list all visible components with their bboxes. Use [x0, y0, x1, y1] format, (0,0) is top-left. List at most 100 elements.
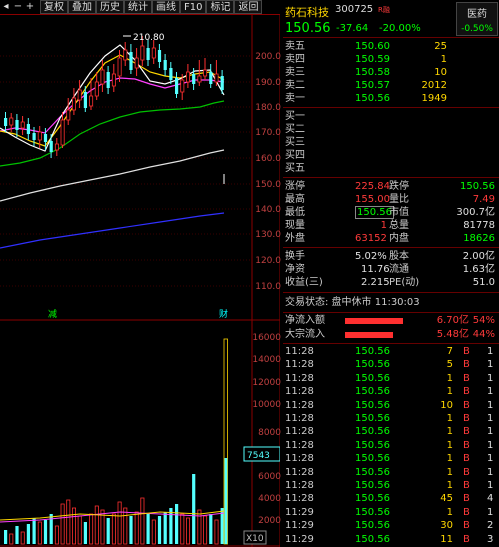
- current-price: 150.56: [285, 21, 331, 36]
- tick-count: 1: [487, 439, 494, 451]
- volume-bar: [94, 505, 99, 545]
- order-price: 150.59: [355, 54, 390, 65]
- order-book-buy-row[interactable]: 买四: [283, 149, 499, 162]
- tick-time: 11:29: [285, 520, 314, 532]
- tick-count: 1: [487, 346, 494, 357]
- volume-bar: [20, 531, 25, 545]
- candle: [123, 49, 128, 61]
- candle: [117, 57, 122, 77]
- sector-button[interactable]: 医药 -0.50%: [456, 2, 498, 36]
- tick-side: B: [463, 520, 470, 532]
- order-volume: 25: [434, 41, 447, 52]
- tick-price: 150.56: [355, 359, 390, 371]
- volume-axis-label: 14000: [252, 355, 281, 365]
- order-book-sell-row[interactable]: 卖三 150.58 10: [283, 66, 499, 79]
- tick-row: 11:28 150.56 10 B 1: [283, 399, 499, 412]
- tick-side: B: [463, 372, 470, 384]
- eps-value: 2.215: [361, 277, 390, 288]
- tick-volume: 1: [446, 426, 453, 438]
- current-volume-label: 7543: [247, 451, 270, 461]
- volume-bar: [77, 515, 82, 545]
- price-axis-label: 150.0: [255, 180, 281, 190]
- order-level-label: 卖四: [285, 54, 305, 65]
- candle: [203, 69, 208, 77]
- tick-time: 11:28: [285, 346, 314, 357]
- tick-price: 150.56: [355, 466, 390, 478]
- stock-name[interactable]: 药石科技: [285, 4, 329, 20]
- candle: [214, 73, 219, 83]
- tick-row: 11:28 150.56 1 B 1: [283, 466, 499, 479]
- tick-time: 11:28: [285, 386, 314, 398]
- candle: [185, 71, 190, 83]
- tick-row: 11:28 150.56 1 B 1: [283, 412, 499, 425]
- price-axis-label: 120.0: [255, 256, 281, 266]
- tick-side: B: [463, 506, 470, 518]
- tick-price: 150.56: [355, 506, 390, 518]
- price-axis-label: 130.0: [255, 230, 281, 240]
- tick-count: 1: [487, 372, 494, 384]
- volume-axis-label: 4000: [258, 494, 281, 504]
- tick-volume: 1: [446, 386, 453, 398]
- kline-chart[interactable]: 210.80 减 财 7543 X10: [0, 0, 280, 547]
- volume-bar: [89, 513, 94, 545]
- order-book-sell-row[interactable]: 卖一 150.56 1949: [283, 92, 499, 105]
- order-level-label: 卖一: [285, 93, 305, 104]
- candle: [54, 143, 59, 151]
- volume-bar: [9, 533, 14, 545]
- price-axis-label: 190.0: [255, 78, 281, 88]
- candle: [197, 75, 202, 83]
- volume-bar: [123, 507, 128, 545]
- order-book-buy-row[interactable]: 买二: [283, 123, 499, 136]
- order-book-buy-row[interactable]: 买一: [283, 110, 499, 123]
- candle: [175, 78, 179, 94]
- order-level-label: 买四: [285, 150, 305, 161]
- tick-price: 150.56: [355, 372, 390, 384]
- order-level-label: 卖五: [285, 41, 305, 52]
- tick-price: 150.56: [355, 480, 390, 491]
- tick-row: 11:28 150.56 1 B 1: [283, 372, 499, 385]
- tick-side: B: [463, 359, 470, 371]
- volume-bar: [32, 518, 36, 544]
- order-book-buy-row[interactable]: 买三: [283, 136, 499, 149]
- candle: [66, 109, 71, 121]
- tick-volume: 1: [446, 453, 453, 465]
- volume-unit-label: X10: [246, 534, 264, 544]
- tick-time: 11:28: [285, 359, 314, 371]
- order-price: 150.58: [355, 67, 390, 78]
- tick-side: B: [463, 399, 470, 411]
- candle: [209, 72, 213, 84]
- volume-bar: [60, 503, 65, 545]
- price-axis-label: 170.0: [255, 128, 281, 138]
- marker-finance-label: 财: [219, 308, 228, 320]
- order-book-sell-row[interactable]: 卖五 150.60 25: [283, 40, 499, 53]
- volume-bar: [192, 474, 196, 544]
- tick-side: B: [463, 386, 470, 398]
- price-axis-label: 140.0: [255, 205, 281, 215]
- stat-row: 最高 155.00 量比 7.49: [285, 194, 495, 205]
- tick-side: B: [463, 480, 470, 491]
- tick-time: 11:29: [285, 533, 314, 545]
- volume-bar: [129, 516, 133, 544]
- order-level-label: 卖二: [285, 80, 305, 91]
- volume-bar: [111, 513, 116, 545]
- volume-bar: [43, 520, 48, 544]
- tick-row: 11:28 150.56 1 B 1: [283, 385, 499, 398]
- order-book-sell-row[interactable]: 卖四 150.59 1: [283, 53, 499, 66]
- margin-trading-tag: R融: [378, 6, 390, 14]
- order-book-sell-row[interactable]: 卖二 150.57 2012: [283, 79, 499, 92]
- volume-bar: [140, 497, 145, 545]
- candle: [9, 117, 14, 126]
- volume-axis-label: 16000: [252, 333, 281, 343]
- order-book-buy-row[interactable]: 买五: [283, 162, 499, 175]
- order-level-label: 买五: [285, 163, 305, 174]
- order-price: 150.60: [355, 41, 390, 52]
- tick-row: 11:28 150.56 1 B 1: [283, 425, 499, 438]
- candle: [72, 97, 77, 111]
- candle: [220, 76, 224, 90]
- volume-bar: [83, 522, 87, 544]
- tick-volume: 1: [446, 480, 453, 491]
- tick-side: B: [463, 413, 470, 424]
- volume-bar: [163, 512, 167, 544]
- order-price: 150.56: [355, 93, 390, 104]
- volume-bar: [66, 499, 71, 545]
